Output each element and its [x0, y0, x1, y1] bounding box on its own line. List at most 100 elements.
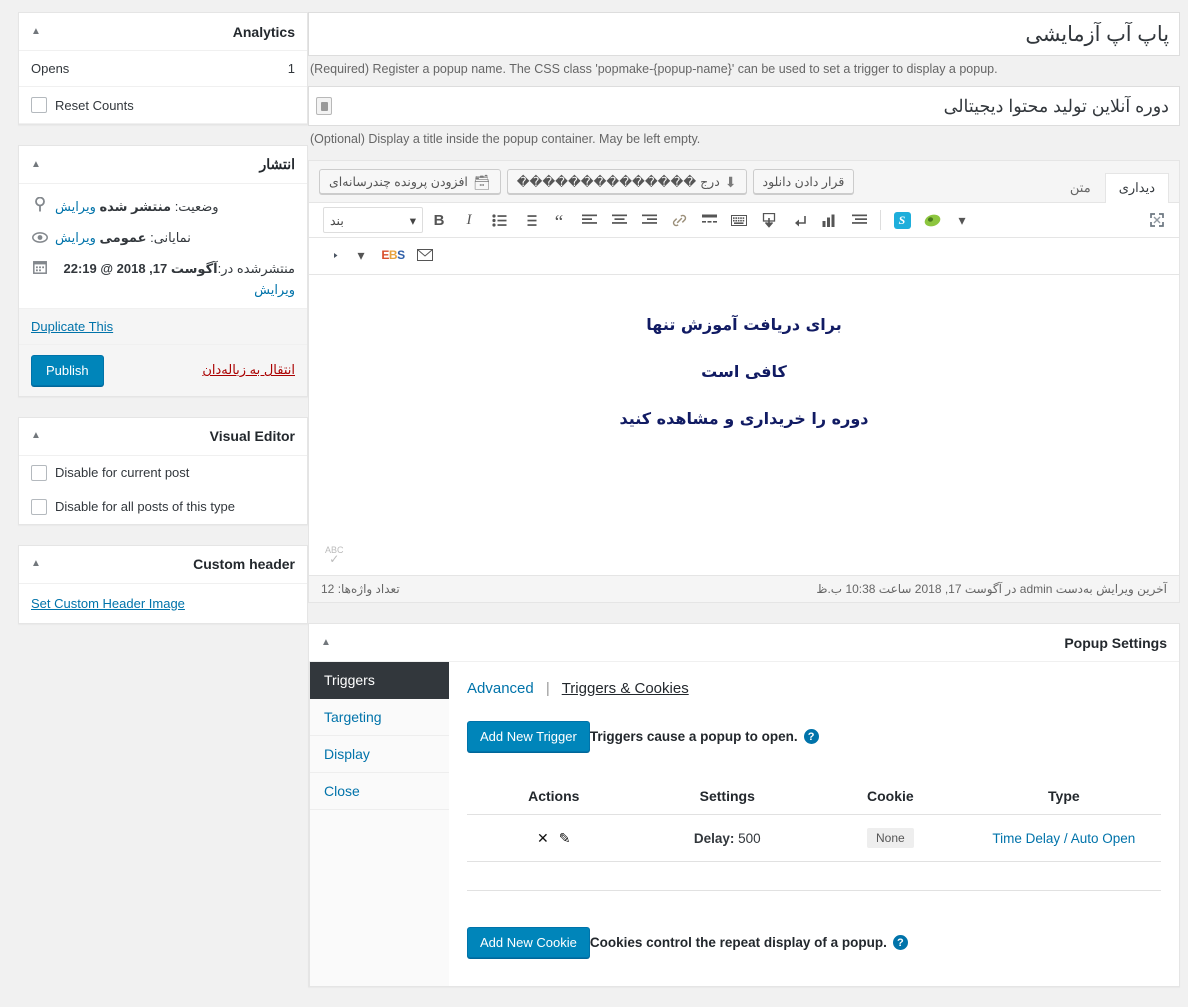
custom-header-title: Custom header — [193, 556, 295, 572]
popup-settings-body: Triggers Targeting Display Close Advance… — [309, 662, 1179, 986]
ebs-icon[interactable]: EBS — [377, 242, 409, 268]
place-download-label: قرار دادن دانلود — [763, 174, 845, 189]
custom-header-body: Set Custom Header Image — [19, 584, 307, 623]
tab-close[interactable]: Close — [310, 773, 449, 810]
chart-icon[interactable] — [815, 207, 843, 233]
custom-header-panel: Custom header ▲ Set Custom Header Image — [18, 545, 308, 624]
popup-settings-header: Popup Settings ▲ — [309, 624, 1179, 662]
insert-download-icon: ⬇ — [725, 175, 737, 189]
blockquote-icon[interactable]: “ — [545, 207, 573, 233]
add-new-cookie-button[interactable]: Add New Cookie — [467, 927, 590, 958]
add-new-trigger-button[interactable]: Add New Trigger — [467, 721, 590, 752]
visual-editor-title: Visual Editor — [210, 428, 295, 444]
publish-status-text: وضعیت: منتشر شده ویرایش — [55, 197, 219, 218]
trigger-type-link[interactable]: Time Delay / Auto Open — [992, 831, 1135, 846]
align-text-icon[interactable] — [845, 207, 873, 233]
disable-current-post-checkbox[interactable] — [31, 465, 47, 481]
chevron-up-icon[interactable]: ▲ — [31, 431, 41, 441]
editor-content-area[interactable]: برای دریافت آموزش تنها کافی است دوره را … — [309, 275, 1179, 575]
chevron-up-icon[interactable]: ▲ — [31, 160, 41, 170]
bold-icon[interactable]: B — [425, 207, 453, 233]
main-column: (Required) Register a popup name. The CS… — [308, 12, 1180, 1007]
custom-header-header: Custom header ▲ — [19, 546, 307, 584]
align-right-icon[interactable] — [635, 207, 663, 233]
analytics-body: 1 Opens Reset Counts — [19, 51, 307, 124]
chevron-down-icon[interactable]: ▾ — [948, 207, 976, 233]
cookies-description: Cookies control the repeat display of a … — [590, 935, 908, 950]
popup-name-input[interactable] — [308, 12, 1180, 56]
publish-visibility-value: عمومی — [100, 230, 147, 245]
numbered-list-icon[interactable]: 123 — [515, 207, 543, 233]
publish-button[interactable]: Publish — [31, 355, 104, 386]
move-to-trash-link[interactable]: انتقال به زباله‌دان — [202, 362, 295, 378]
reset-counts-checkbox[interactable] — [31, 97, 47, 113]
disable-current-post-label: Disable for current post — [55, 465, 189, 480]
analytics-opens-row: 1 Opens — [19, 51, 307, 87]
popup-title-help: (Optional) Display a title inside the po… — [308, 126, 1180, 156]
insert-download-arrow-icon[interactable] — [755, 207, 783, 233]
fullscreen-icon[interactable] — [1143, 207, 1171, 233]
analytics-reset-row: Reset Counts — [19, 87, 307, 124]
tab-visual[interactable]: دیداری — [1105, 173, 1169, 203]
triggers-description: Triggers cause a popup to open. ? — [590, 729, 819, 744]
place-download-button[interactable]: قرار دادن دانلود — [753, 169, 855, 194]
format-select[interactable]: ▾ بند — [323, 207, 423, 233]
insert-download-button[interactable]: ⬇ درج �������������� — [507, 169, 747, 194]
popup-title-input[interactable] — [308, 86, 1180, 126]
add-media-button[interactable]: 🗃 افزودن پرونده چندرسانه‌ای — [319, 169, 501, 194]
disable-all-posts-checkbox[interactable] — [31, 499, 47, 515]
table-row-empty — [467, 862, 1161, 891]
align-center-icon[interactable] — [605, 207, 633, 233]
spellcheck-indicator: ABC ✓ — [325, 546, 344, 565]
question-mark-icon[interactable]: ? — [804, 729, 819, 744]
chevron-up-icon[interactable]: ▲ — [31, 27, 41, 37]
publish-header: انتشار ▲ — [19, 146, 307, 184]
tab-text[interactable]: متن — [1056, 173, 1105, 203]
analytics-opens-value: 1 — [288, 61, 295, 76]
disable-all-posts-label: Disable for all posts of this type — [55, 499, 235, 514]
add-media-icon: 🗃 — [473, 175, 491, 189]
edit-trigger-icon[interactable]: ✎ — [559, 830, 571, 847]
analytics-panel: Analytics ▲ 1 Opens Reset Counts — [18, 12, 308, 125]
delete-trigger-icon[interactable]: ✕ — [537, 830, 549, 847]
analytics-opens-label: Opens — [31, 61, 69, 76]
read-more-icon[interactable] — [695, 207, 723, 233]
question-mark-icon[interactable]: ? — [893, 935, 908, 950]
undo-icon[interactable] — [785, 207, 813, 233]
duplicate-this-link[interactable]: Duplicate This — [31, 319, 113, 334]
tab-triggers[interactable]: Triggers — [310, 662, 449, 699]
toolbar-separator — [880, 210, 881, 230]
email-icon[interactable] — [411, 242, 439, 268]
shortcode-s-icon[interactable]: S — [888, 207, 916, 233]
insert-download-label: درج �������������� — [517, 174, 720, 189]
set-custom-header-image-link[interactable]: Set Custom Header Image — [31, 596, 185, 611]
popup-settings-panel: Popup Settings ▲ Triggers Targeting Disp… — [308, 623, 1180, 987]
publish-status-value: منتشر شده — [100, 199, 172, 214]
chevron-down-icon[interactable]: ▾ — [347, 242, 375, 268]
tab-targeting[interactable]: Targeting — [310, 699, 449, 736]
visual-editor-panel: Visual Editor ▲ Disable for current post… — [18, 417, 308, 525]
edit-visibility-link[interactable]: ویرایش — [55, 230, 96, 245]
subtab-triggers-cookies[interactable]: Triggers & Cookies — [562, 680, 689, 697]
rtl-paragraph-icon[interactable]: ¶ — [317, 242, 345, 268]
italic-icon[interactable]: I — [455, 207, 483, 233]
popup-settings-subtabs: Advanced | Triggers & Cookies — [467, 676, 1161, 715]
chevron-up-icon[interactable]: ▲ — [321, 638, 331, 648]
edit-status-link[interactable]: ویرایش — [55, 199, 96, 214]
align-left-icon[interactable] — [575, 207, 603, 233]
triggers-description-row: Add New Trigger Triggers cause a popup t… — [467, 715, 1161, 760]
editor-mode-tabs: دیداری متن — [1056, 172, 1169, 202]
edit-date-link[interactable]: ویرایش — [254, 282, 295, 297]
insert-link-icon[interactable] — [665, 207, 693, 233]
keyboard-shortcuts-icon[interactable] — [725, 207, 753, 233]
subtab-advanced[interactable]: Advanced — [467, 680, 534, 697]
chevron-up-icon[interactable]: ▲ — [31, 559, 41, 569]
olive-media-icon[interactable] — [918, 207, 946, 233]
bulleted-list-icon[interactable] — [485, 207, 513, 233]
tab-display[interactable]: Display — [310, 736, 449, 773]
publish-date-text: منتشرشده در:آگوست 17, 2018 @ 22:19 ویرای… — [55, 259, 295, 301]
editor-toolbar-row-2: ¶ ▾ EBS — [309, 238, 1179, 275]
publish-meta: وضعیت: منتشر شده ویرایش نمایانی: عمومی و… — [19, 184, 307, 308]
chevron-down-icon: ▾ — [410, 213, 416, 228]
publish-title: انتشار — [259, 156, 295, 173]
